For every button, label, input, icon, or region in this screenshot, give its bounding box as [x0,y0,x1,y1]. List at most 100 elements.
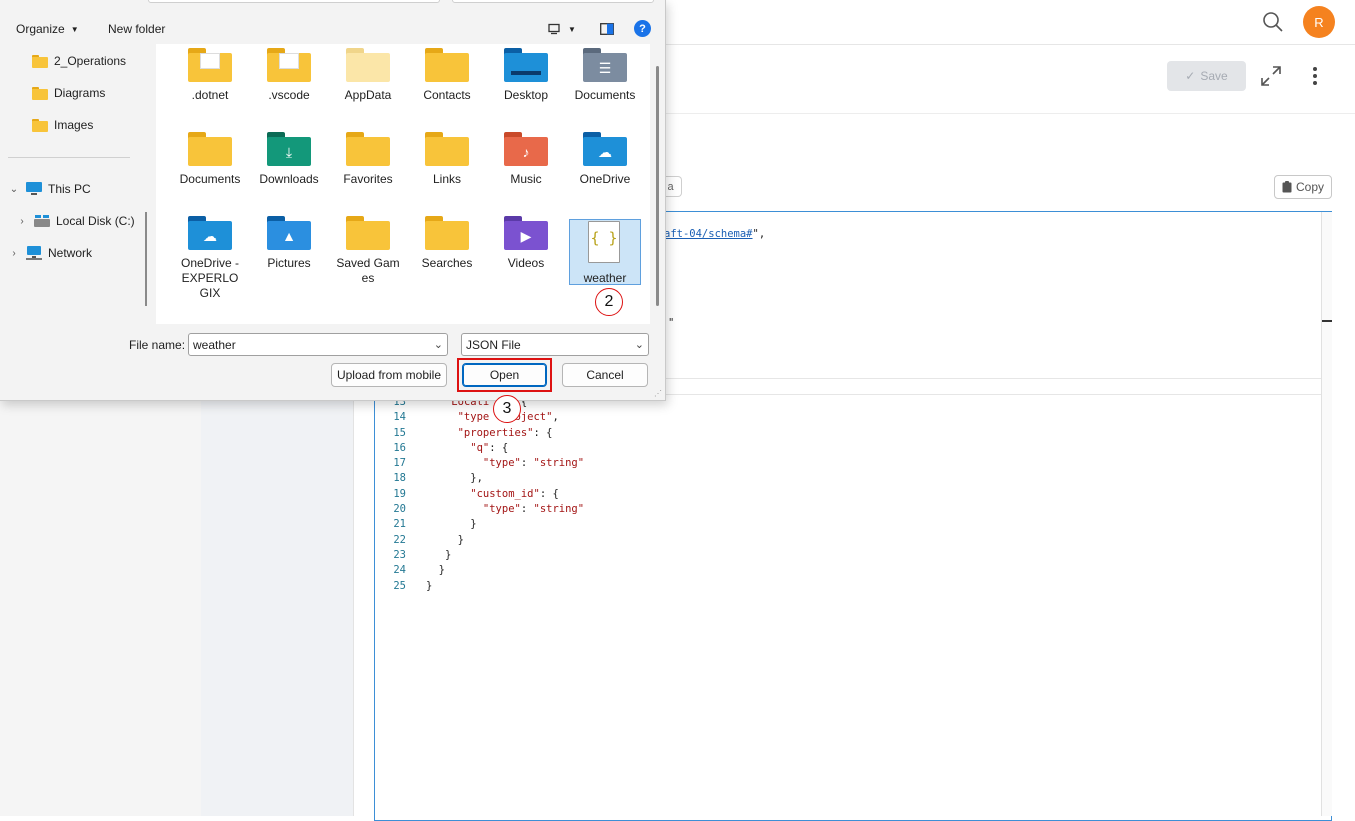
code-line: 20 "type": "string" [376,502,976,517]
file-item-videos[interactable]: ▶ Videos [490,216,562,271]
file-item-vscode[interactable]: .vscode [253,48,325,103]
file-item-documents[interactable]: Documents [174,132,246,187]
file-item-label: .vscode [268,88,310,102]
file-item-desktop[interactable]: Desktop [490,48,562,103]
folder-icon [32,118,48,132]
code-line: 16 "q": { [376,441,976,456]
schema-link[interactable]: aft-04/schema# [664,228,753,240]
dialog-search-box[interactable] [452,0,654,3]
folder-icon [346,48,390,82]
file-name-label: File name: [129,338,186,352]
file-name-value: weather [193,337,236,352]
music-folder-icon: ♪ [504,132,548,166]
save-button[interactable]: ✓ Save [1167,61,1246,91]
file-item-documents[interactable]: ☰ Documents [569,48,641,103]
nav-item-this-pc[interactable]: ⌄ This PC [8,178,91,200]
preview-pane-button[interactable] [596,18,618,40]
code-line: 17 "type": "string" [376,456,976,471]
file-item-contacts[interactable]: Contacts [411,48,483,103]
folder-icon [425,48,469,82]
folder-icon [425,216,469,250]
resize-grip-icon[interactable]: ⋰ [654,389,664,399]
file-item-label: OneDrive - EXPERLOGIX [180,256,239,300]
file-item-pictures[interactable]: ▲ Pictures [253,216,325,271]
save-label: Save [1200,69,1228,83]
folder-icon [188,48,232,82]
nav-item-2-operations[interactable]: 2_Operations [14,50,126,72]
annotation-step-2: 2 [595,288,623,316]
chevron-down-icon[interactable]: ⌄ [434,338,443,351]
file-item-label: Searches [421,256,473,270]
file-item-label: Documents [179,172,241,186]
nav-item-local-disk-c[interactable]: › Local Disk (C:) [16,210,135,232]
nav-item-images[interactable]: Images [14,114,93,136]
avatar[interactable]: R [1303,6,1335,38]
folder-icon [32,54,48,68]
toolbar-divider [665,113,1355,114]
chevron-right-icon[interactable]: › [16,216,28,227]
code-line: 14 "type bject", [376,410,976,425]
expand-icon[interactable] [1258,63,1284,89]
more-options-icon[interactable] [1304,64,1326,88]
line-number: 23 [393,548,406,561]
onedrive-folder-icon: ☁ [188,216,232,250]
file-item-label: AppData [344,88,392,102]
line-content: } [426,533,464,546]
line-number: 17 [393,457,406,470]
nav-scrollbar[interactable] [145,212,147,306]
file-item-saved-games[interactable]: Saved Games [332,216,404,286]
line-content: } [426,579,433,592]
file-name-input[interactable]: weather ⌄ [188,333,448,356]
file-item-label: Links [432,172,461,186]
cancel-button[interactable]: Cancel [562,363,648,387]
pictures-folder-icon: ▲ [267,216,311,250]
drive-icon [34,215,50,227]
code-line: 18 }, [376,471,976,486]
file-item-appdata[interactable]: AppData [332,48,404,103]
file-item-label: Favorites [343,172,393,186]
help-icon[interactable]: ? [634,20,651,37]
nav-item-label: Diagrams [54,86,106,100]
editor-scrollbar[interactable] [1321,212,1332,816]
file-item-label: Contacts [423,88,471,102]
caret-down-icon: ▼ [568,24,576,34]
file-item-weather[interactable]: { } weather [569,219,641,285]
downloads-folder-icon: ⤓ [267,132,311,166]
chevron-right-icon[interactable]: › [8,248,20,259]
upload-from-mobile-button[interactable]: Upload from mobile [331,363,447,387]
file-type-select[interactable]: JSON File ⌄ [461,333,649,356]
file-item-links[interactable]: Links [411,132,483,187]
line-number: 22 [393,533,406,546]
preview-pane-icon [600,23,614,35]
caret-down-icon: ▼ [70,24,79,34]
file-item-label: Desktop [503,88,549,102]
folder-icon [32,86,48,100]
file-item-downloads[interactable]: ⤓ Downloads [253,132,325,187]
file-item-dotnet[interactable]: .dotnet [174,48,246,103]
nav-item-label: Local Disk (C:) [56,214,135,228]
file-item-onedrive-experlogix[interactable]: ☁ OneDrive - EXPERLOGIX [174,216,246,301]
file-item-label: weather [583,271,627,285]
file-list-scrollbar[interactable] [656,66,659,306]
file-item-label: Downloads [259,172,319,186]
line-number: 21 [393,518,406,531]
copy-button[interactable]: Copy [1274,175,1332,199]
videos-folder-icon: ▶ [504,216,548,250]
file-item-onedrive[interactable]: ☁ OneDrive [569,132,641,187]
topbar-divider [665,44,1355,45]
line-content: "type": "string" [482,457,585,470]
line-number: 25 [393,579,406,592]
nav-item-network[interactable]: › Network [8,242,92,264]
nav-item-diagrams[interactable]: Diagrams [14,82,105,104]
address-bar[interactable] [148,0,440,3]
documents-folder-icon: ☰ [583,48,627,82]
file-item-searches[interactable]: Searches [411,216,483,271]
organize-button[interactable]: Organize ▼ [10,18,85,40]
line-number: 20 [393,503,406,516]
new-folder-button[interactable]: New folder [102,18,171,40]
search-icon[interactable] [1260,9,1286,35]
file-item-favorites[interactable]: Favorites [332,132,404,187]
view-options-button[interactable]: ▼ [541,18,583,40]
file-item-music[interactable]: ♪ Music [490,132,562,187]
chevron-down-icon[interactable]: ⌄ [8,184,20,195]
